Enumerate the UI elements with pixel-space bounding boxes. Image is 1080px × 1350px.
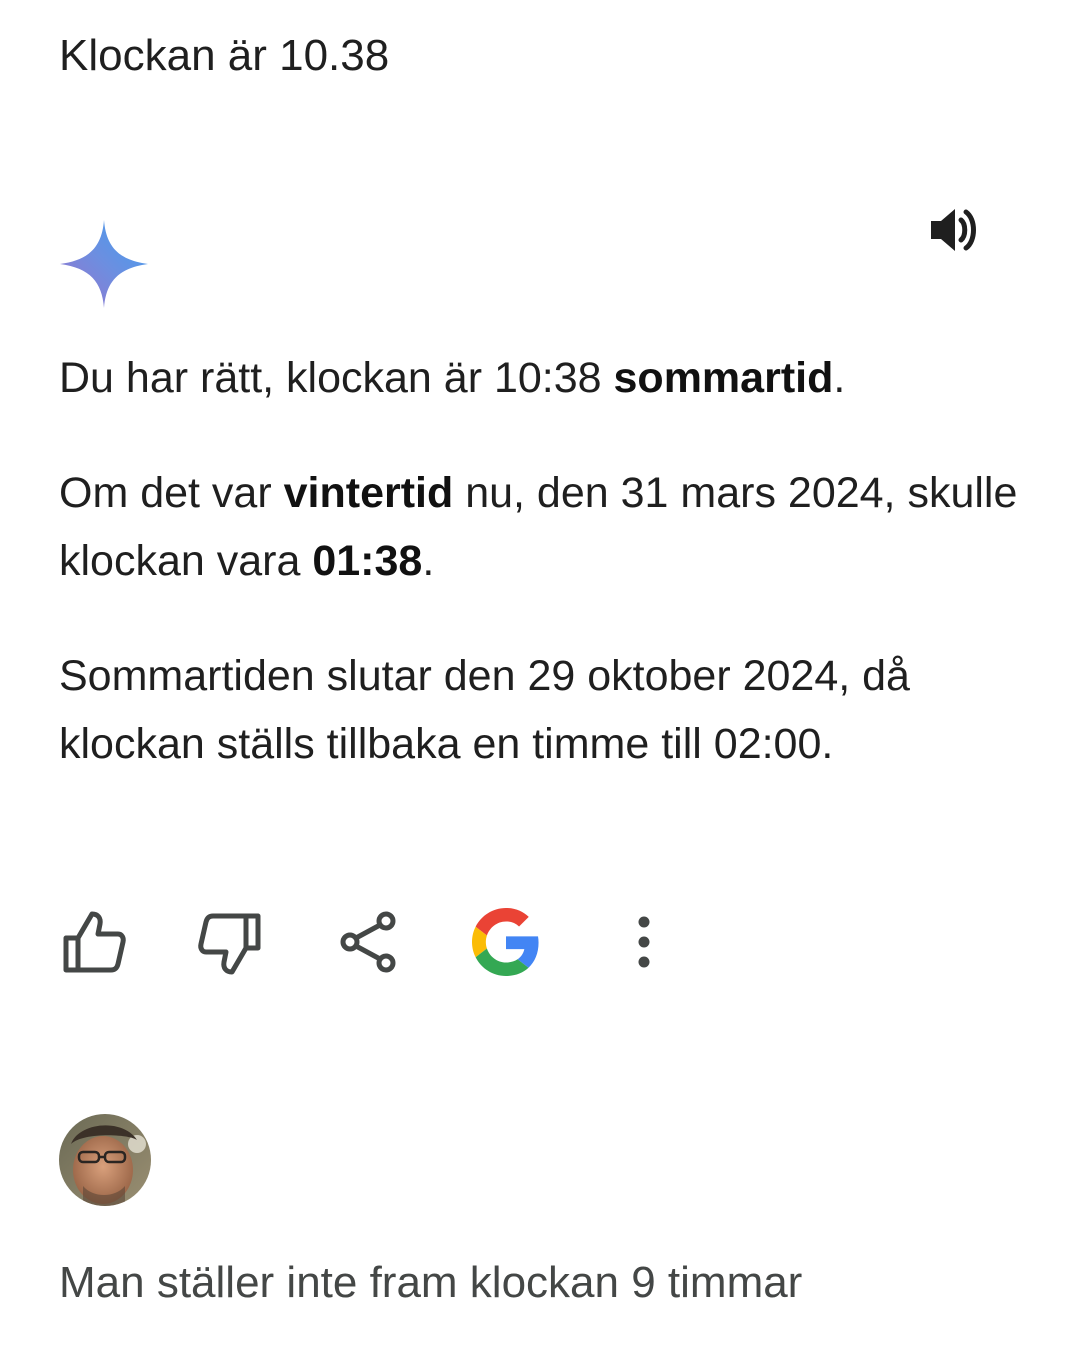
response-paragraph-2: Om det var vintertid nu, den 31 mars 202… [59, 459, 1019, 595]
response-paragraph-3: Sommartiden slutar den 29 oktober 2024, … [59, 642, 1019, 778]
response-text: Du har rätt, klockan är 10:38 [59, 354, 614, 402]
response-paragraph-1: Du har rätt, klockan är 10:38 sommartid. [59, 344, 1019, 412]
read-aloud-button[interactable] [922, 198, 986, 262]
thumbs-up-icon [63, 911, 126, 973]
user-message: Klockan är 10.38 [59, 31, 390, 80]
more-options-button[interactable] [608, 906, 680, 978]
more-vert-icon [638, 916, 650, 968]
google-search-button[interactable] [470, 906, 542, 978]
response-text: . [833, 354, 846, 402]
gemini-sparkle-icon [58, 218, 150, 310]
assistant-response: Du har rätt, klockan är 10:38 sommartid.… [59, 344, 1019, 778]
speaker-volume-icon [931, 209, 976, 251]
response-text: . [422, 537, 435, 585]
thumbs-down-icon [198, 913, 261, 975]
share-button[interactable] [332, 906, 404, 978]
response-bold-text: 01:38 [312, 537, 423, 585]
response-bold-text: sommartid [613, 354, 834, 402]
thumbs-down-button[interactable] [194, 906, 266, 978]
thumbs-up-button[interactable] [58, 906, 130, 978]
response-text: Om det var [59, 469, 284, 517]
response-text: Sommartiden slutar den 29 oktober 2024, … [59, 652, 910, 768]
google-g-icon [472, 908, 539, 976]
share-icon [340, 911, 396, 973]
user-message: Man ställer inte fram klockan 9 timmar [59, 1258, 803, 1307]
user-avatar[interactable] [59, 1114, 151, 1206]
response-bold-text: vintertid [283, 469, 454, 517]
